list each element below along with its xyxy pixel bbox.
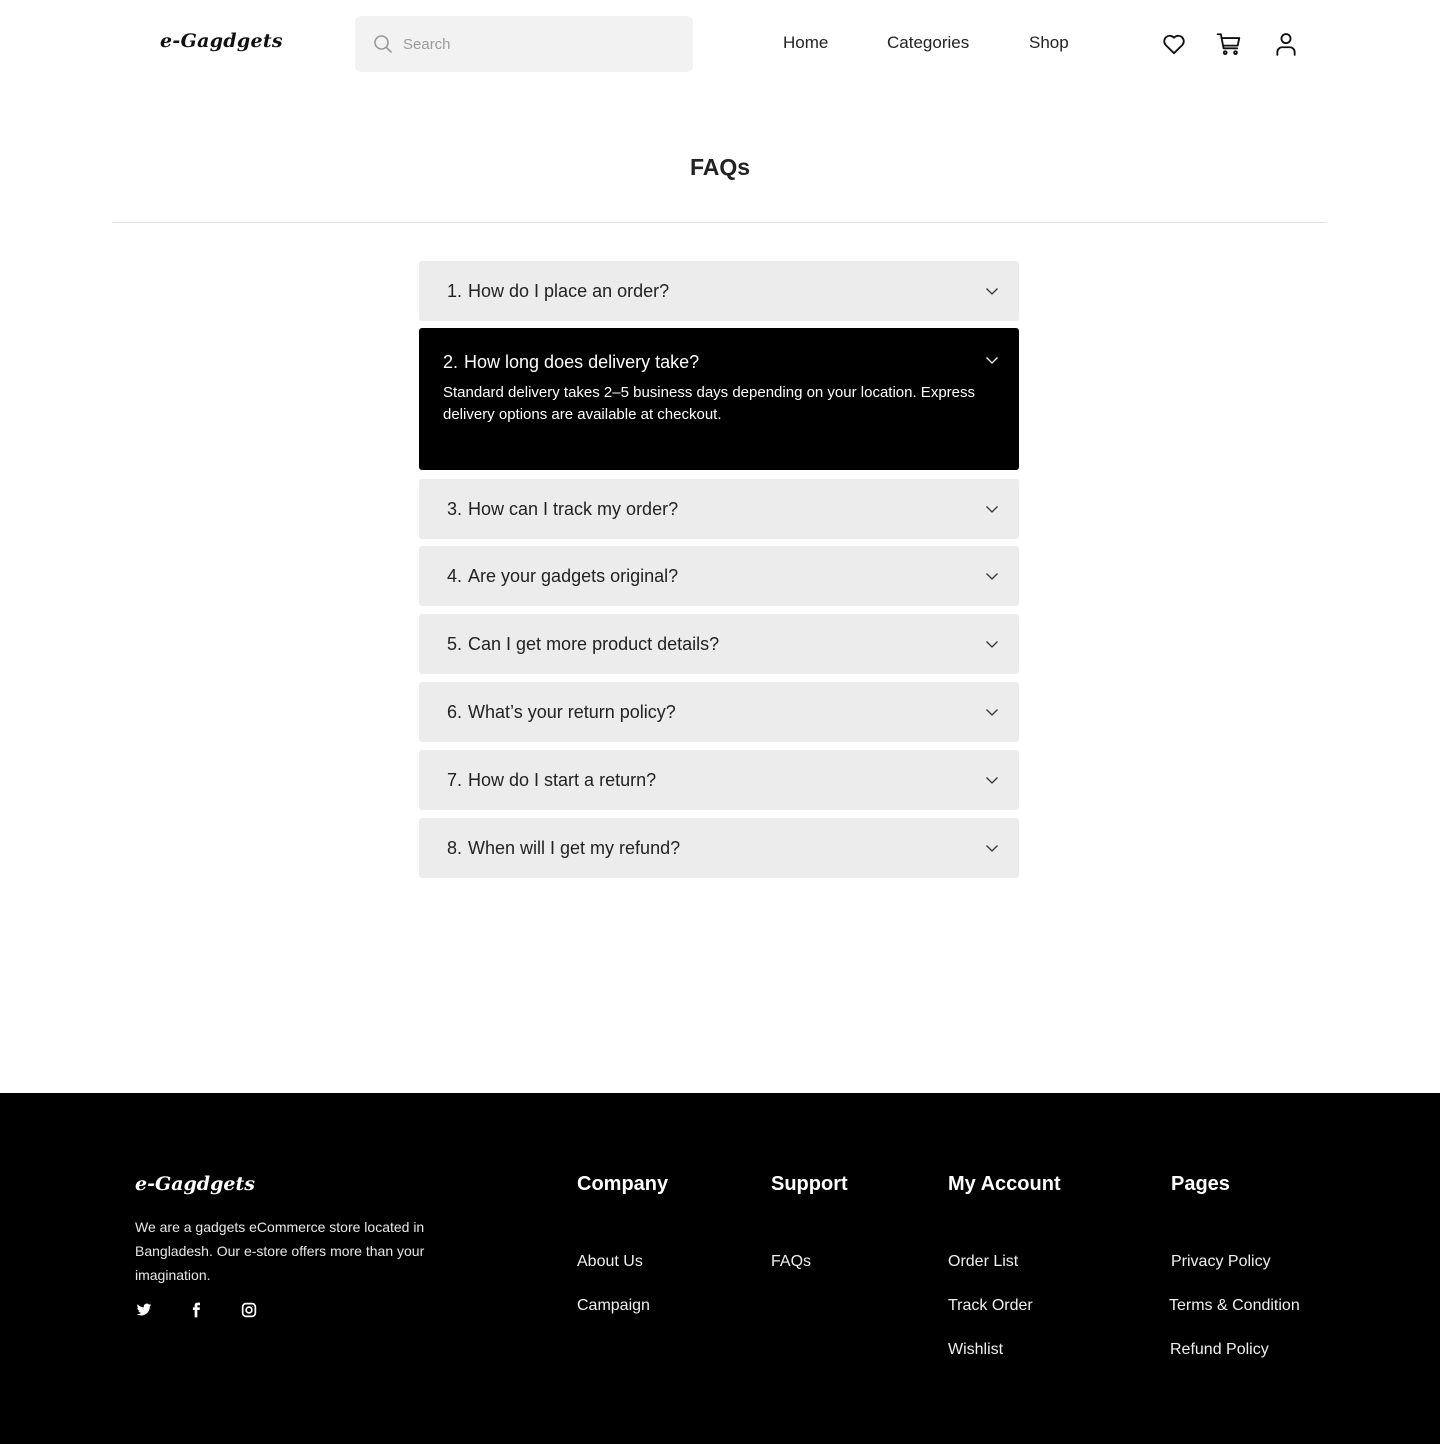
footer-logo[interactable]: e-Gagdgets [135,1173,255,1195]
search-bar[interactable] [355,16,693,72]
site-header: e-Gagdgets Home Categories Shop [0,0,1440,88]
footer-link-faqs[interactable]: FAQs [771,1253,811,1271]
faq-item[interactable]: 7. How do I start a return? [419,750,1019,810]
faq-question-text: How can I track my order? [468,498,679,519]
faq-question-text: When will I get my refund? [468,837,681,858]
faq-question: 8. When will I get my refund? [447,818,680,878]
footer-link-about-us[interactable]: About Us [577,1253,643,1271]
logo[interactable]: e-Gagdgets [160,30,283,52]
site-footer: e-Gagdgets We are a gadgets eCommerce st… [0,1093,1440,1444]
faq-question: 7. How do I start a return? [447,750,656,810]
instagram-link[interactable] [240,1301,258,1319]
faq-item[interactable]: 6. What’s your return policy? [419,682,1019,742]
search-icon [374,35,392,53]
nav-categories[interactable]: Categories [887,33,969,53]
page-title: FAQs [689,154,751,180]
faq-answer: Standard delivery takes 2–5 business day… [443,384,975,423]
heart-icon [1163,34,1185,55]
footer-link-campaign[interactable]: Campaign [577,1297,650,1315]
faq-question: 4. Are your gadgets original? [447,546,678,606]
footer-description: We are a gadgets eCommerce store located… [135,1219,425,1283]
faq-item[interactable]: 5. Can I get more product details? [419,614,1019,674]
chevron-down-icon [986,845,998,852]
faq-number: 4. [447,565,463,586]
footer-heading-pages: Pages [1171,1173,1230,1195]
wishlist-button[interactable] [1161,30,1187,58]
twitter-link[interactable] [135,1301,153,1319]
chevron-down-icon [986,357,998,364]
twitter-icon [136,1303,152,1316]
faq-number: 6. [447,701,463,722]
faq-question-text: What’s your return policy? [468,701,676,722]
nav-home[interactable]: Home [783,33,828,53]
chevron-down-icon [986,777,998,784]
footer-heading-my-account: My Account [948,1173,1061,1195]
nav-shop[interactable]: Shop [1029,33,1069,53]
faq-question-text: Can I get more product details? [468,633,720,654]
instagram-icon [241,1302,257,1318]
facebook-link[interactable] [187,1301,205,1319]
faq-item[interactable]: 4. Are your gadgets original? [419,546,1019,606]
footer-link-wishlist[interactable]: Wishlist [948,1341,1003,1359]
footer-link-track-order[interactable]: Track Order [948,1297,1033,1315]
faq-question: 5. Can I get more product details? [447,614,719,674]
faq-question: 6. What’s your return policy? [447,682,676,742]
faq-item[interactable]: 8. When will I get my refund? [419,818,1019,878]
faq-number: 2. [443,351,459,372]
chevron-down-icon [986,573,998,580]
faq-number: 3. [447,498,463,519]
cart-button[interactable] [1216,30,1242,58]
footer-link-privacy-policy[interactable]: Privacy Policy [1171,1253,1271,1271]
account-button[interactable] [1273,30,1299,58]
faq-number: 1. [447,280,463,301]
cart-icon [1216,33,1241,55]
footer-link-order-list[interactable]: Order List [948,1253,1018,1271]
chevron-down-icon [986,288,998,295]
chevron-down-icon [986,506,998,513]
footer-heading-support: Support [771,1173,848,1195]
search-input[interactable] [403,35,663,53]
footer-heading-company: Company [577,1173,669,1195]
footer-link-refund-policy[interactable]: Refund Policy [1170,1341,1269,1359]
faq-question-text: Are your gadgets original? [468,565,679,586]
faq-question: 1. How do I place an order? [447,261,669,321]
user-icon [1276,33,1296,56]
facebook-icon [193,1302,200,1318]
faq-item[interactable]: 3. How can I track my order? [419,479,1019,539]
faq-question-text: How long does delivery take? [464,351,700,372]
faq-number: 7. [447,769,463,790]
faq-number: 8. [447,837,463,858]
faq-question: 3. How can I track my order? [447,479,678,539]
divider [112,222,1327,223]
faq-item[interactable]: 1. How do I place an order? [419,261,1019,321]
footer-link-terms-condition[interactable]: Terms & Condition [1169,1297,1300,1315]
chevron-down-icon [986,709,998,716]
faq-question-text: How do I place an order? [468,280,670,301]
faq-item-expanded[interactable]: 2. How long does delivery take? Standard… [419,328,1019,470]
faq-number: 5. [447,633,463,654]
faq-question-text: How do I start a return? [468,769,657,790]
chevron-down-icon [986,641,998,648]
